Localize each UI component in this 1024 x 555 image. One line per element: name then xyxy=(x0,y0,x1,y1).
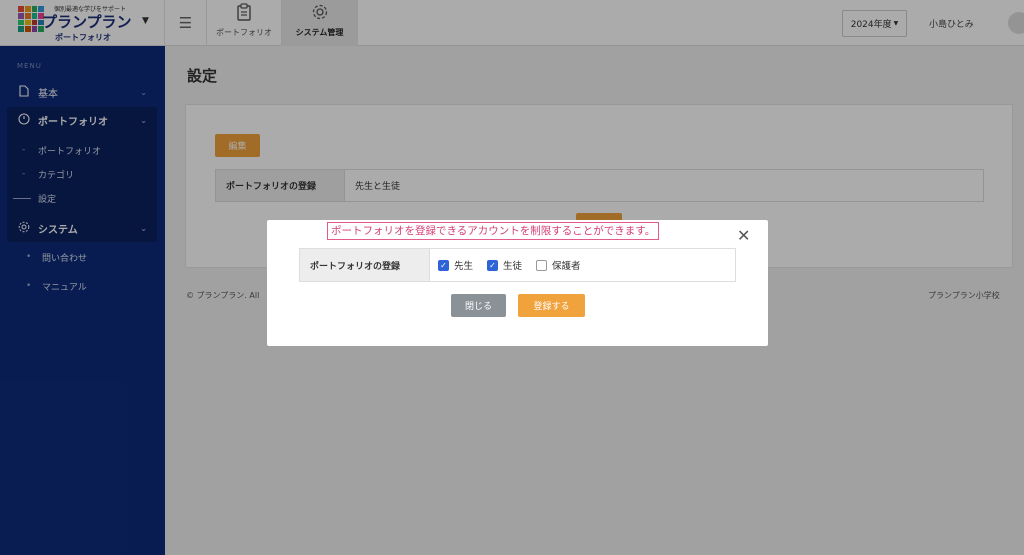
checkbox-teacher[interactable]: ✓ 先生 xyxy=(438,258,473,272)
modal-notice: ポートフォリオを登録できるアカウントを制限することができます。 xyxy=(327,222,660,240)
checkbox-student[interactable]: ✓ 生徒 xyxy=(487,258,522,272)
row-header: ポートフォリオの登録 xyxy=(300,249,430,281)
checkbox-checked-icon[interactable]: ✓ xyxy=(438,259,449,271)
checkbox-group: ✓ 先生 ✓ 生徒 保護者 xyxy=(430,249,735,281)
checkbox-label: 先生 xyxy=(454,261,474,272)
modal-table-row: ポートフォリオの登録 ✓ 先生 ✓ 生徒 保護者 xyxy=(299,248,736,282)
register-button[interactable]: 登録する xyxy=(518,294,585,317)
checkbox-guardian[interactable]: 保護者 xyxy=(536,258,581,272)
close-icon[interactable]: ✕ xyxy=(737,226,750,245)
checkbox-unchecked-icon[interactable] xyxy=(536,259,548,271)
checkbox-checked-icon[interactable]: ✓ xyxy=(487,259,499,271)
checkbox-label: 保護者 xyxy=(552,261,581,272)
checkbox-label: 生徒 xyxy=(503,261,523,272)
portfolio-permission-modal: ポートフォリオを登録できるアカウントを制限することができます。 ✕ ポートフォリ… xyxy=(267,220,768,346)
close-button[interactable]: 閉じる xyxy=(451,294,506,317)
